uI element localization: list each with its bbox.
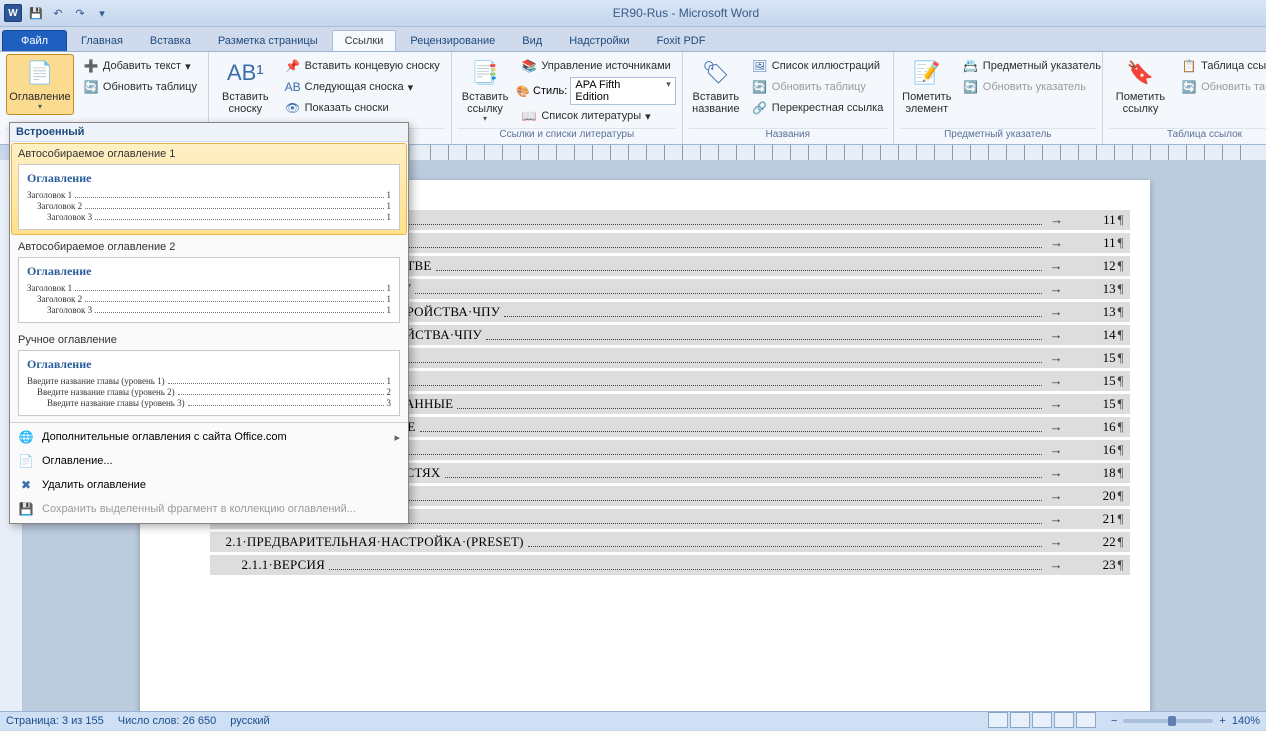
ribbon-tabs: Файл Главная Вставка Разметка страницы С… <box>0 27 1266 52</box>
update-index-icon: 🔄 <box>963 79 979 95</box>
save-icon[interactable]: 💾 <box>28 5 44 21</box>
save-gallery-icon: 💾 <box>18 501 34 517</box>
footnote-icon: AB¹ <box>229 57 261 89</box>
mark-entry-button[interactable]: 📝 Пометить элемент <box>900 54 954 118</box>
group-label-citations: Ссылки и списки литературы <box>458 128 676 144</box>
tab-view[interactable]: Вид <box>509 30 555 51</box>
tab-file[interactable]: Файл <box>2 30 67 51</box>
toc-gallery-dropdown: Встроенный Автособираемое оглавление 1 О… <box>9 122 409 524</box>
next-footnote-icon: AB <box>285 79 301 95</box>
show-notes-icon: 👁 <box>285 100 301 116</box>
mark-citation-button[interactable]: 🔖 Пометить ссылку <box>1109 54 1172 118</box>
update-toa-button[interactable]: 🔄Обновить таблицу <box>1176 77 1266 97</box>
list-figures-icon: 🖼 <box>752 58 768 74</box>
update-toa-icon: 🔄 <box>1181 79 1197 95</box>
endnote-icon: 📌 <box>285 58 301 74</box>
insert-citation-button[interactable]: 📑 Вставить ссылку ▾ <box>458 54 513 127</box>
gallery-item-auto-toc-1[interactable]: Автособираемое оглавление 1 Оглавление З… <box>11 143 407 235</box>
update-captions-icon: 🔄 <box>752 79 768 95</box>
zoom-out-icon[interactable]: − <box>1111 715 1117 727</box>
next-footnote-button[interactable]: ABСледующая сноска ▾ <box>280 77 445 97</box>
citation-style-select[interactable]: APA Fifth Edition <box>570 77 675 105</box>
status-page[interactable]: Страница: 3 из 155 <box>6 715 104 727</box>
zoom-control[interactable]: − + 140% <box>1111 715 1260 727</box>
insert-endnote-button[interactable]: 📌Вставить концевую сноску <box>280 56 445 76</box>
subject-index-button[interactable]: 📇Предметный указатель <box>958 56 1106 76</box>
toc-entry[interactable]: 2.1.1·ВЕРСИЯ→23¶ <box>210 555 1130 575</box>
toc-entry[interactable]: 2.1·ПРЕДВАРИТЕЛЬНАЯ·НАСТРОЙКА·(PRESET)→2… <box>210 532 1130 552</box>
cross-ref-icon: 🔗 <box>752 100 768 116</box>
zoom-in-icon[interactable]: + <box>1219 715 1225 727</box>
qat-more-icon[interactable]: ▾ <box>94 5 110 21</box>
insert-footnote-button[interactable]: AB¹ Вставить сноску <box>215 54 276 118</box>
update-icon: 🔄 <box>83 79 99 95</box>
undo-icon[interactable]: ↶ <box>50 5 66 21</box>
window-title: ER90-Rus - Microsoft Word <box>110 6 1262 20</box>
status-words[interactable]: Число слов: 26 650 <box>118 715 216 727</box>
tab-addins[interactable]: Надстройки <box>556 30 642 51</box>
insert-caption-button[interactable]: 🏷 Вставить название <box>689 54 743 118</box>
update-table-button[interactable]: 🔄Обновить таблицу <box>78 77 202 97</box>
redo-icon[interactable]: ↷ <box>72 5 88 21</box>
citation-icon: 📑 <box>469 57 501 89</box>
toc-button[interactable]: 📄 Оглавление ▾ <box>6 54 74 115</box>
gallery-item-auto-toc-2[interactable]: Автособираемое оглавление 2 Оглавление З… <box>11 236 407 328</box>
style-icon: 🎨 <box>516 85 530 98</box>
cross-ref-button[interactable]: 🔗Перекрестная ссылка <box>747 98 889 118</box>
quick-access-toolbar: 💾 ↶ ↷ ▾ <box>28 5 110 21</box>
list-figures-button[interactable]: 🖼Список иллюстраций <box>747 56 889 76</box>
table-authorities-button[interactable]: 📋Таблица ссылок <box>1176 56 1266 76</box>
manage-sources-button[interactable]: 📚Управление источниками <box>516 56 675 76</box>
zoom-slider[interactable] <box>1123 719 1213 723</box>
tab-review[interactable]: Рецензирование <box>397 30 508 51</box>
bibliography-button[interactable]: 📖Список литературы ▾ <box>516 106 675 126</box>
tab-references[interactable]: Ссылки <box>332 30 397 51</box>
manage-sources-icon: 📚 <box>521 58 537 74</box>
show-notes-button[interactable]: 👁Показать сноски <box>280 98 445 118</box>
tab-insert[interactable]: Вставка <box>137 30 204 51</box>
status-bar: Страница: 3 из 155 Число слов: 26 650 ру… <box>0 711 1266 730</box>
add-text-button[interactable]: ➕Добавить текст ▾ <box>78 56 202 76</box>
group-label-index: Предметный указатель <box>900 128 1096 144</box>
gallery-menu-more-office[interactable]: 🌐Дополнительные оглавления с сайта Offic… <box>10 425 408 449</box>
view-buttons[interactable] <box>987 712 1097 731</box>
status-language[interactable]: русский <box>230 715 269 727</box>
gallery-menu-save-selection: 💾Сохранить выделенный фрагмент в коллекц… <box>10 497 408 521</box>
word-app-icon[interactable]: W <box>4 4 22 22</box>
titlebar: W 💾 ↶ ↷ ▾ ER90-Rus - Microsoft Word <box>0 0 1266 27</box>
office-icon: 🌐 <box>18 429 34 445</box>
tab-layout[interactable]: Разметка страницы <box>205 30 331 51</box>
group-label-toa: Таблица ссылок <box>1109 128 1266 144</box>
bibliography-icon: 📖 <box>521 108 537 124</box>
gallery-menu-remove-toc[interactable]: ✖Удалить оглавление <box>10 473 408 497</box>
gallery-menu-insert-toc[interactable]: 📄Оглавление... <box>10 449 408 473</box>
tab-foxit[interactable]: Foxit PDF <box>644 30 719 51</box>
mark-citation-icon: 🔖 <box>1124 57 1156 89</box>
gallery-category-builtin: Встроенный <box>10 123 408 142</box>
index-icon: 📇 <box>963 58 979 74</box>
gallery-item-manual-toc[interactable]: Ручное оглавление Оглавление Введите наз… <box>11 329 407 421</box>
insert-toc-icon: 📄 <box>18 453 34 469</box>
mark-entry-icon: 📝 <box>911 57 943 89</box>
toc-icon: 📄 <box>24 57 56 89</box>
zoom-percent[interactable]: 140% <box>1232 715 1260 727</box>
chevron-right-icon: ▸ <box>394 431 400 444</box>
group-label-captions: Названия <box>689 128 887 144</box>
add-text-icon: ➕ <box>83 58 99 74</box>
toa-icon: 📋 <box>1181 58 1197 74</box>
update-captions-button[interactable]: 🔄Обновить таблицу <box>747 77 889 97</box>
caption-icon: 🏷 <box>700 57 732 89</box>
remove-toc-icon: ✖ <box>18 477 34 493</box>
update-index-button[interactable]: 🔄Обновить указатель <box>958 77 1106 97</box>
tab-home[interactable]: Главная <box>68 30 136 51</box>
